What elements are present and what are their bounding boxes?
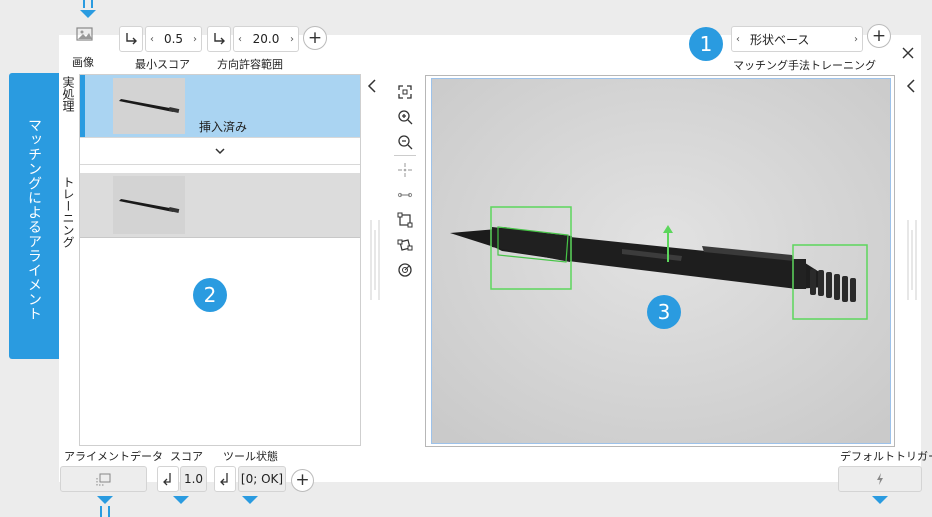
increment-icon[interactable]: › [286,34,298,45]
min-score-spinner[interactable]: ‹ 0.5 › [145,26,202,52]
callout-badge-1: 1 [689,27,723,61]
train-thumbnail [113,176,185,234]
close-icon[interactable] [901,46,915,60]
list-item-train[interactable] [80,173,360,238]
line-icon[interactable] [396,186,414,204]
next-icon[interactable]: › [850,34,862,45]
angle-tolerance-spinner[interactable]: ‹ 20.0 › [233,26,299,52]
zoom-out-icon[interactable] [396,133,414,151]
add-output-button[interactable]: + [291,469,314,492]
image-list: 挿入済み [79,74,361,446]
previous-icon[interactable]: ‹ [732,34,744,45]
alignment-tab-label: マッチングによるアライメント [26,117,42,321]
rect-icon[interactable] [396,211,414,229]
matching-method-label: マッチング手法トレーニング [733,59,876,72]
score-link-button[interactable] [157,466,179,492]
camera-image[interactable] [431,78,891,444]
increment-icon[interactable]: › [189,34,201,45]
image-label: 画像 [72,56,94,69]
fit-icon[interactable] [396,83,414,101]
add-parameter-button[interactable]: + [303,26,327,50]
center-icon[interactable] [396,161,414,179]
splitter-handle[interactable] [368,220,380,300]
decrement-icon[interactable]: ‹ [146,34,158,45]
tool-state-value-field[interactable]: [0; OK] [238,466,286,492]
lightning-icon [877,473,883,485]
connector-funnel-icon [80,0,96,18]
chevron-down-icon [215,148,225,155]
train-section-label: トレーニング [61,176,75,248]
zoom-in-icon[interactable] [396,108,414,126]
image-icon[interactable] [73,26,97,44]
alignment-tab[interactable]: マッチングによるアライメント [9,73,59,359]
alignment-data-icon [96,473,110,486]
default-trigger-field[interactable] [838,466,922,492]
default-trigger-label: デフォルトトリガー [840,450,932,463]
score-label: スコア [170,450,203,463]
viewer-tools [394,83,416,283]
expand-list-button[interactable] [80,137,360,165]
tool-state-label: ツール状態 [223,450,278,463]
tool-divider [394,155,416,156]
callout-badge-3: 3 [647,295,681,329]
alignment-data-label: アライメントデータ [64,450,163,463]
matching-method-select[interactable]: ‹ 形状ベース › [731,26,863,52]
run-section-label: 実処理 [61,76,75,112]
tool-state-link-button[interactable] [214,466,236,492]
collapse-right-icon[interactable] [905,79,917,93]
inserted-label: 挿入済み [199,120,248,134]
min-score-value: 0.5 [163,32,184,46]
matching-method-value: 形状ベース [750,32,810,47]
trigger-funnel-icon [872,496,888,504]
rotated-rect-icon[interactable] [396,236,414,254]
list-item-run[interactable]: 挿入済み [80,75,360,137]
alignment-data-field[interactable] [60,466,147,492]
angle-link-button[interactable] [207,26,231,52]
output-funnel-icon [242,496,258,504]
add-method-button[interactable]: + [867,24,891,48]
score-link-button[interactable] [119,26,143,52]
connector-funnel-icon [97,496,113,517]
decrement-icon[interactable]: ‹ [234,34,246,45]
splitter-handle-right[interactable] [905,220,919,300]
selection-indicator [80,75,85,137]
callout-badge-2: 2 [193,278,227,312]
output-funnel-icon [173,496,189,504]
angle-tolerance-value: 20.0 [252,32,280,46]
min-score-label: 最小スコア [135,58,190,71]
run-thumbnail [113,78,185,134]
collapse-left-icon[interactable] [366,79,378,93]
circle-target-icon[interactable] [396,261,414,279]
score-value-field[interactable]: 1.0 [180,466,207,492]
image-viewer[interactable] [425,75,895,447]
angle-tolerance-label: 方向許容範囲 [217,58,283,71]
